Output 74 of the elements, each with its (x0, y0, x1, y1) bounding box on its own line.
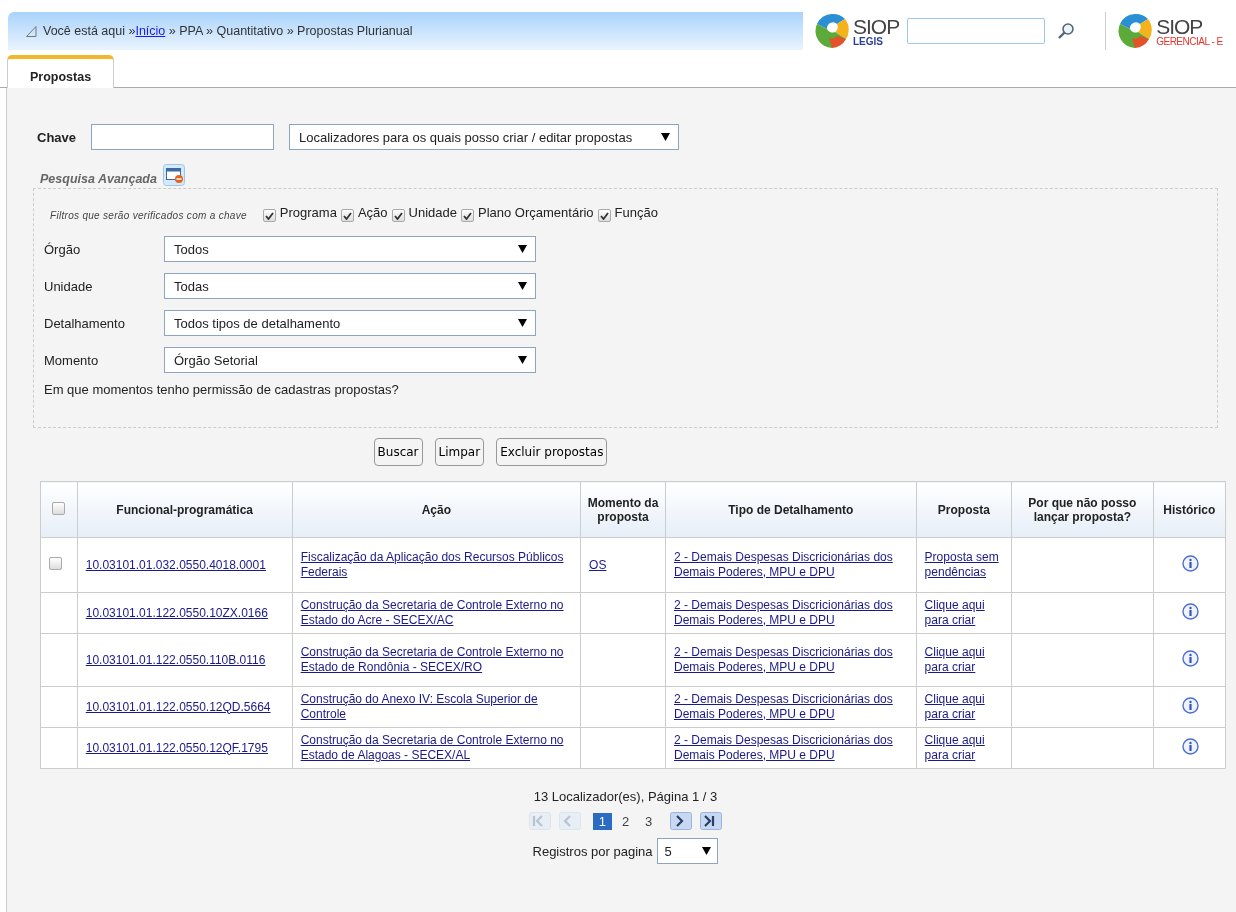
checkbox-label: Plano Orçamentário (478, 205, 594, 220)
info-icon[interactable] (1181, 650, 1199, 667)
logo-icon (813, 12, 851, 50)
checkbox-label: Função (614, 205, 658, 220)
logo-subtitle: GERENCIAL - E (1156, 36, 1223, 47)
column-header: Tipo de Detalhamento (665, 481, 917, 538)
collapse-icon[interactable] (162, 164, 185, 186)
checkbox[interactable] (461, 209, 474, 222)
checkbox[interactable] (262, 209, 276, 222)
page-number[interactable]: 1 (592, 812, 612, 830)
checkmark-icon (599, 211, 609, 220)
last-page-button[interactable] (700, 812, 723, 830)
checkbox[interactable] (52, 501, 66, 515)
column-header: Proposta (916, 481, 1012, 538)
checkbox-label: Unidade (408, 205, 457, 220)
dropdown[interactable]: Todos (164, 236, 536, 262)
triangle-icon (26, 25, 37, 37)
caret-icon (518, 319, 527, 327)
key-field[interactable] (91, 124, 274, 150)
pagination-summary: 13 Localizador(es), Página 1 / 3 (533, 789, 718, 804)
page-number[interactable]: 3 (639, 812, 659, 830)
info-icon[interactable] (1181, 697, 1199, 714)
search-icon[interactable] (1057, 22, 1076, 40)
home-link[interactable]: Início (135, 24, 166, 38)
breadcrumb: Você está aqui »Início » PPA » Quantitativo » Propostas Plurianual (43, 24, 413, 38)
field-label: Detalhamento (44, 315, 126, 331)
field-label: Chave (37, 129, 78, 145)
tab[interactable]: Propostas (7, 55, 115, 88)
logo-subtitle: LEGIS (853, 36, 884, 47)
info-icon[interactable] (1181, 738, 1199, 755)
search-field[interactable] (907, 18, 1046, 44)
column-header: Histórico (1153, 481, 1226, 538)
filter-hint: Filtros que serão verificados com a chave (50, 210, 247, 221)
checkbox[interactable] (597, 209, 611, 222)
page-size-dropdown[interactable]: 5 (657, 838, 719, 864)
checkbox[interactable] (340, 209, 354, 222)
field-label: Unidade (44, 278, 94, 294)
info-icon[interactable] (1181, 603, 1199, 620)
checkmark-icon (342, 211, 352, 220)
caret-icon (518, 282, 527, 290)
field-label: Momento (44, 352, 100, 368)
column-header: Momento da proposta (580, 481, 666, 538)
next-page-button[interactable] (670, 812, 693, 830)
logo-name: SIOP (853, 15, 900, 37)
checkbox[interactable] (49, 557, 62, 570)
checkmark-icon (264, 211, 274, 220)
field-label: Órgão (44, 241, 82, 257)
scope-dropdown[interactable]: Localizadores para os quais posso criar / editar propostas (289, 124, 679, 150)
section-title: Pesquisa Avançada (40, 172, 157, 186)
column-header: Ação (292, 481, 581, 538)
field-label: Registros por pagina (532, 843, 653, 859)
checkmark-icon (393, 211, 403, 220)
help-text: Em que momentos tenho permissão de cadastras propostas? (44, 382, 400, 397)
page-number[interactable]: 2 (615, 812, 636, 830)
info-icon[interactable] (1181, 555, 1199, 572)
moment-link[interactable]: OS (589, 557, 607, 573)
checkbox[interactable] (391, 209, 405, 222)
column-header: Funcional-programática (77, 481, 293, 538)
caret-icon (702, 847, 712, 855)
caret-icon (661, 133, 670, 141)
action-button[interactable]: Excluir propostas (496, 438, 608, 466)
dropdown[interactable]: Todos tipos de detalhamento (164, 310, 536, 336)
dropdown[interactable]: Todas (164, 273, 536, 299)
action-button[interactable]: Buscar (373, 438, 423, 466)
logo-name: SIOP (1156, 15, 1203, 37)
checkmark-icon (463, 211, 472, 220)
caret-icon (518, 356, 527, 364)
dropdown[interactable]: Órgão Setorial (164, 347, 536, 373)
logo-icon (1116, 12, 1155, 50)
caret-icon (518, 245, 527, 253)
column-header: Por que não posso lançar proposta? (1011, 481, 1154, 538)
checkbox-label: Ação (357, 205, 388, 220)
action-button[interactable]: Limpar (434, 438, 485, 466)
checkbox-label: Programa (279, 205, 337, 220)
